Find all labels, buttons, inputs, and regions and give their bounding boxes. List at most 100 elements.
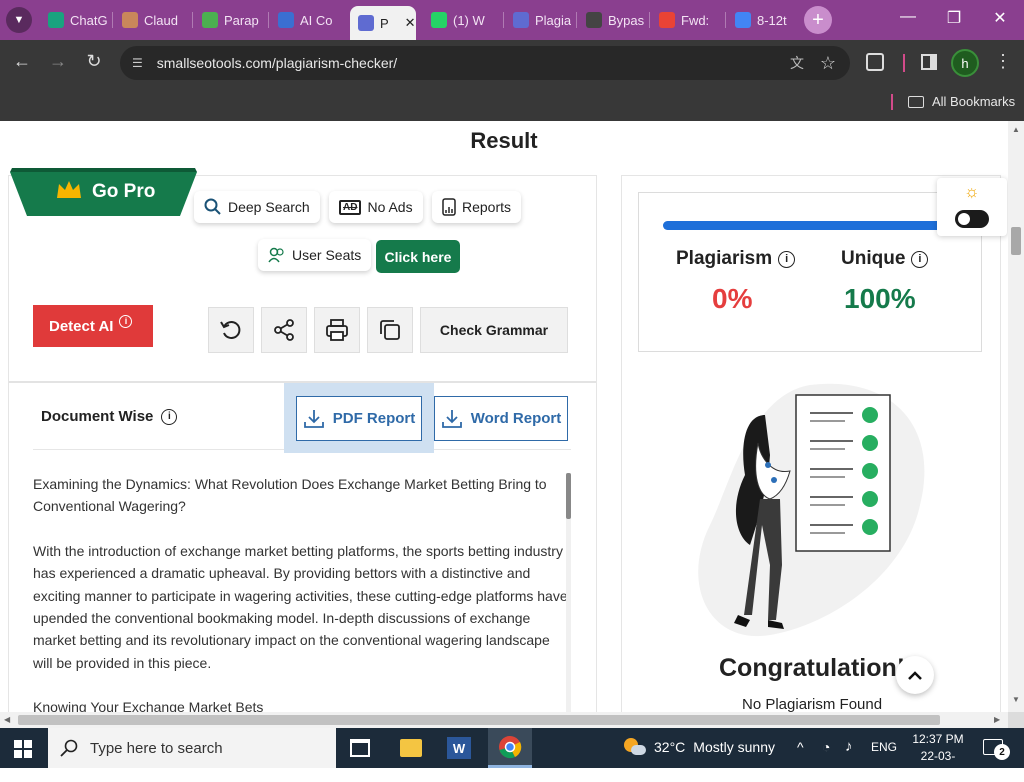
browser-tab[interactable]: AI Co	[270, 6, 344, 34]
menu-icon[interactable]: ⋮	[994, 51, 1012, 72]
start-button[interactable]	[14, 740, 32, 758]
word-icon[interactable]: W	[447, 737, 471, 759]
folder-icon	[908, 95, 924, 108]
notification-icon[interactable]: 2	[983, 739, 1010, 760]
show-hidden-icons[interactable]: ^	[797, 739, 804, 755]
tab-search-button[interactable]: ▼	[6, 7, 32, 33]
taskbar-search-box[interactable]: Type here to search	[48, 728, 336, 768]
scroll-left-icon[interactable]: ◀	[4, 715, 10, 724]
browser-tab[interactable]: P ✕	[350, 6, 416, 40]
hscroll-thumb[interactable]	[18, 715, 940, 725]
theme-toggle[interactable]: ☼	[937, 178, 1007, 236]
reports-chip[interactable]: Reports	[432, 191, 522, 223]
browser-tab[interactable]: Parap	[194, 6, 264, 34]
minimize-icon[interactable]: —	[893, 8, 923, 26]
no-ads-chip[interactable]: AD No Ads	[329, 191, 423, 223]
info-icon: i	[161, 408, 178, 425]
all-bookmarks-button[interactable]: All Bookmarks	[908, 94, 1015, 109]
task-view-icon[interactable]	[350, 739, 370, 757]
no-ads-icon: AD	[339, 199, 362, 215]
tab-label: 8-12t	[757, 12, 787, 28]
scroll-right-icon[interactable]: ▶	[994, 715, 1000, 724]
browser-tab[interactable]: 8-12t	[727, 6, 797, 34]
undo-icon	[220, 321, 241, 339]
site-info-icon[interactable]: ☰	[132, 56, 143, 70]
go-pro-button[interactable]: Go Pro	[10, 168, 197, 216]
user-seats-chip[interactable]: User Seats	[258, 239, 372, 271]
browser-tab[interactable]: Claud	[114, 6, 188, 34]
info-icon[interactable]: i	[911, 250, 929, 268]
bookmarks-bar: All Bookmarks	[0, 86, 1024, 121]
forward-icon[interactable]: →	[46, 51, 70, 72]
info-icon[interactable]: i	[778, 250, 796, 268]
scroll-thumb[interactable]	[1011, 227, 1021, 255]
reset-button[interactable]	[208, 307, 254, 353]
report-icon	[442, 198, 456, 216]
chrome-taskbar-button[interactable]	[488, 728, 532, 768]
translate-icon[interactable]: 文	[790, 53, 804, 73]
page-horizontal-scrollbar[interactable]: ◀ ▶	[0, 712, 1008, 728]
windows-logo-icon	[14, 740, 32, 758]
claude-icon	[122, 12, 138, 28]
scroll-down-icon[interactable]: ▼	[1012, 695, 1020, 704]
document-title: Examining the Dynamics: What Revolution …	[33, 476, 547, 515]
browser-tab[interactable]: (1) W	[423, 6, 499, 34]
tab-separator	[649, 12, 650, 28]
browser-tab[interactable]: Plagia	[505, 6, 571, 34]
address-bar[interactable]: ☰ smallseotools.com/plagiarism-checker/ …	[120, 46, 850, 80]
click-here-button[interactable]: Click here	[376, 240, 460, 273]
document-heading: Knowing Your Exchange Market Bets	[33, 699, 264, 712]
restore-icon[interactable]: ❐	[939, 8, 969, 28]
new-tab-button[interactable]: +	[804, 6, 832, 34]
clock[interactable]: 12:37 PM 22-03-2024	[908, 731, 968, 782]
browser-tab[interactable]: Fwd:	[651, 6, 721, 34]
download-icon	[441, 409, 462, 428]
language-indicator[interactable]: ENG	[871, 740, 897, 754]
document-scrollbar-thumb[interactable]	[566, 473, 571, 519]
detect-ai-button[interactable]: Detect AI i	[33, 305, 153, 347]
toggle-switch[interactable]	[955, 210, 989, 228]
document-wise-tab[interactable]: Document Wise i	[41, 408, 178, 425]
extensions-icon[interactable]	[866, 53, 884, 71]
bypass-icon	[586, 12, 602, 28]
score-box	[638, 192, 982, 352]
weather-widget[interactable]: 32°C Mostly sunny	[624, 738, 775, 756]
gmail-icon	[659, 12, 675, 28]
pdf-report-button[interactable]: PDF Report	[296, 396, 422, 441]
partly-sunny-icon	[624, 738, 646, 756]
word-report-button[interactable]: Word Report	[434, 396, 568, 441]
tab-label: ChatG	[70, 12, 108, 28]
close-tab-icon[interactable]: ✕	[405, 15, 416, 31]
document-paragraph: With the introduction of exchange market…	[33, 542, 568, 671]
tab-label: AI Co	[300, 12, 333, 28]
progress-fill	[663, 221, 943, 230]
scroll-up-icon[interactable]: ▲	[1012, 125, 1020, 134]
scroll-to-top-button[interactable]	[896, 656, 934, 694]
copy-button[interactable]	[367, 307, 413, 353]
deep-search-chip[interactable]: Deep Search	[194, 191, 320, 223]
share-button[interactable]	[261, 307, 307, 353]
document-text[interactable]: Examining the Dynamics: What Revolution …	[33, 473, 568, 712]
tab-separator	[576, 12, 577, 28]
volume-icon[interactable]: ♪	[845, 738, 853, 755]
reload-icon[interactable]: ↻	[82, 51, 106, 72]
back-icon[interactable]: ←	[10, 51, 34, 72]
side-panel-icon[interactable]	[921, 54, 937, 70]
bookmark-star-icon[interactable]: ☆	[820, 53, 836, 74]
url-text: smallseotools.com/plagiarism-checker/	[156, 55, 398, 71]
profile-avatar[interactable]: h	[951, 49, 979, 77]
browser-tab[interactable]: ChatG	[40, 6, 110, 34]
close-window-icon[interactable]: ✕	[985, 8, 1015, 28]
scroll-corner	[1008, 712, 1024, 728]
browser-tab[interactable]: Bypas	[578, 6, 646, 34]
check-grammar-button[interactable]: Check Grammar	[420, 307, 568, 353]
tab-label: (1) W	[453, 12, 485, 28]
browser-tab-strip: ▼ ChatG Claud Parap AI Co P ✕ (1) W Plagia Bypas…	[0, 0, 1024, 40]
tab-label: Claud	[144, 12, 178, 28]
sun-icon: ☼	[964, 182, 980, 201]
print-button[interactable]	[314, 307, 360, 353]
file-explorer-icon[interactable]	[400, 739, 422, 757]
page-vertical-scrollbar[interactable]: ▲ ▼	[1008, 121, 1024, 712]
search-icon	[204, 198, 221, 215]
network-icon[interactable]: ◔	[822, 739, 830, 755]
